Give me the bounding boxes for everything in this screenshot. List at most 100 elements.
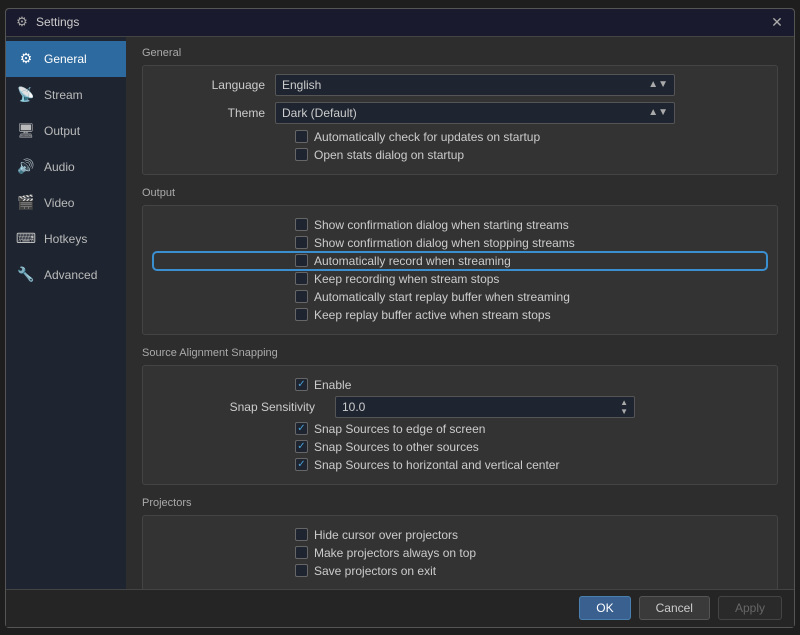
always-top-label: Make projectors always on top <box>314 546 476 560</box>
ok-button[interactable]: OK <box>579 596 630 620</box>
snap-center-row: Snap Sources to horizontal and vertical … <box>155 458 765 472</box>
bottom-bar: OK Cancel Apply <box>6 589 794 627</box>
sidebar-item-video[interactable]: 🎬 Video <box>6 185 126 221</box>
auto-record-row: Automatically record when streaming <box>155 254 765 268</box>
cancel-button[interactable]: Cancel <box>639 596 710 620</box>
open-stats-row: Open stats dialog on startup <box>155 148 765 162</box>
audio-label: Audio <box>44 160 75 174</box>
main-content: ⚙ General 📡 Stream 🖥 Output 🔊 Audio 🎬 Vi… <box>6 37 794 589</box>
settings-window: ⚙ Settings ✕ ⚙ General 📡 Stream 🖥 Output… <box>5 8 795 628</box>
confirm-stop-row: Show confirmation dialog when stopping s… <box>155 236 765 250</box>
general-box: Language English ▲▼ Theme Dark (Default)… <box>142 65 778 175</box>
hotkeys-label: Hotkeys <box>44 232 87 246</box>
keep-replay-label: Keep replay buffer active when stream st… <box>314 308 551 322</box>
save-exit-label: Save projectors on exit <box>314 564 436 578</box>
general-header: General <box>142 47 778 59</box>
theme-row: Theme Dark (Default) ▲▼ <box>155 102 765 124</box>
save-exit-row: Save projectors on exit <box>155 564 765 578</box>
output-header: Output <box>142 187 778 199</box>
video-label: Video <box>44 196 74 210</box>
language-select[interactable]: English ▲▼ <box>275 74 675 96</box>
language-row: Language English ▲▼ <box>155 74 765 96</box>
advanced-icon: 🔧 <box>16 265 36 285</box>
sensitivity-input[interactable]: 10.0 ▲▼ <box>335 396 635 418</box>
projectors-box: Hide cursor over projectors Make project… <box>142 515 778 589</box>
open-stats-label: Open stats dialog on startup <box>314 148 464 162</box>
hotkeys-icon: ⌨ <box>16 229 36 249</box>
snap-center-label: Snap Sources to horizontal and vertical … <box>314 458 559 472</box>
apply-button[interactable]: Apply <box>718 596 782 620</box>
snapping-section: Source Alignment Snapping Enable Snap Se… <box>142 347 778 485</box>
replay-buffer-checkbox[interactable] <box>295 290 308 303</box>
snap-enable-row: Enable <box>155 378 765 392</box>
auto-update-checkbox[interactable] <box>295 130 308 143</box>
output-section: Output Show confirmation dialog when sta… <box>142 187 778 335</box>
keep-replay-checkbox[interactable] <box>295 308 308 321</box>
snap-other-row: Snap Sources to other sources <box>155 440 765 454</box>
window-icon: ⚙ <box>14 14 30 30</box>
auto-record-label: Automatically record when streaming <box>314 254 511 268</box>
auto-update-label: Automatically check for updates on start… <box>314 130 540 144</box>
confirm-start-row: Show confirmation dialog when starting s… <box>155 218 765 232</box>
snapping-box: Enable Snap Sensitivity 10.0 ▲▼ Snap Sou… <box>142 365 778 485</box>
content-area: General Language English ▲▼ Theme Dark (… <box>126 37 794 589</box>
keep-recording-label: Keep recording when stream stops <box>314 272 499 286</box>
snap-enable-checkbox[interactable] <box>295 378 308 391</box>
keep-replay-row: Keep replay buffer active when stream st… <box>155 308 765 322</box>
general-label: General <box>44 52 87 66</box>
advanced-label: Advanced <box>44 268 97 282</box>
snap-center-checkbox[interactable] <box>295 458 308 471</box>
always-top-row: Make projectors always on top <box>155 546 765 560</box>
sensitivity-spinner[interactable]: ▲▼ <box>620 398 628 416</box>
sidebar-item-stream[interactable]: 📡 Stream <box>6 77 126 113</box>
output-box: Show confirmation dialog when starting s… <box>142 205 778 335</box>
auto-update-row: Automatically check for updates on start… <box>155 130 765 144</box>
sidebar-item-hotkeys[interactable]: ⌨ Hotkeys <box>6 221 126 257</box>
keep-recording-row: Keep recording when stream stops <box>155 272 765 286</box>
confirm-stop-label: Show confirmation dialog when stopping s… <box>314 236 575 250</box>
general-section: General Language English ▲▼ Theme Dark (… <box>142 47 778 175</box>
video-icon: 🎬 <box>16 193 36 213</box>
close-button[interactable]: ✕ <box>768 13 786 31</box>
confirm-start-checkbox[interactable] <box>295 218 308 231</box>
output-label: Output <box>44 124 80 138</box>
snap-other-label: Snap Sources to other sources <box>314 440 479 454</box>
open-stats-checkbox[interactable] <box>295 148 308 161</box>
auto-record-checkbox[interactable] <box>295 254 308 267</box>
audio-icon: 🔊 <box>16 157 36 177</box>
replay-buffer-row: Automatically start replay buffer when s… <box>155 290 765 304</box>
confirm-start-label: Show confirmation dialog when starting s… <box>314 218 569 232</box>
save-exit-checkbox[interactable] <box>295 564 308 577</box>
stream-label: Stream <box>44 88 83 102</box>
sidebar-item-output[interactable]: 🖥 Output <box>6 113 126 149</box>
always-top-checkbox[interactable] <box>295 546 308 559</box>
snapping-header: Source Alignment Snapping <box>142 347 778 359</box>
theme-select[interactable]: Dark (Default) ▲▼ <box>275 102 675 124</box>
projectors-section: Projectors Hide cursor over projectors M… <box>142 497 778 589</box>
snap-edge-row: Snap Sources to edge of screen <box>155 422 765 436</box>
projectors-header: Projectors <box>142 497 778 509</box>
sidebar-item-audio[interactable]: 🔊 Audio <box>6 149 126 185</box>
language-label: Language <box>155 78 275 92</box>
snap-enable-label: Enable <box>314 378 351 392</box>
window-title: Settings <box>36 15 768 29</box>
snap-other-checkbox[interactable] <box>295 440 308 453</box>
language-arrow: ▲▼ <box>648 79 668 90</box>
replay-buffer-label: Automatically start replay buffer when s… <box>314 290 570 304</box>
hide-cursor-label: Hide cursor over projectors <box>314 528 458 542</box>
sidebar-item-advanced[interactable]: 🔧 Advanced <box>6 257 126 293</box>
hide-cursor-row: Hide cursor over projectors <box>155 528 765 542</box>
sensitivity-label: Snap Sensitivity <box>215 400 325 414</box>
stream-icon: 📡 <box>16 85 36 105</box>
hide-cursor-checkbox[interactable] <box>295 528 308 541</box>
sidebar: ⚙ General 📡 Stream 🖥 Output 🔊 Audio 🎬 Vi… <box>6 37 126 589</box>
output-icon: 🖥 <box>16 121 36 141</box>
confirm-stop-checkbox[interactable] <box>295 236 308 249</box>
keep-recording-checkbox[interactable] <box>295 272 308 285</box>
snap-edge-checkbox[interactable] <box>295 422 308 435</box>
general-icon: ⚙ <box>16 49 36 69</box>
sidebar-item-general[interactable]: ⚙ General <box>6 41 126 77</box>
snap-edge-label: Snap Sources to edge of screen <box>314 422 485 436</box>
title-bar: ⚙ Settings ✕ <box>6 9 794 37</box>
sensitivity-row: Snap Sensitivity 10.0 ▲▼ <box>155 396 765 418</box>
